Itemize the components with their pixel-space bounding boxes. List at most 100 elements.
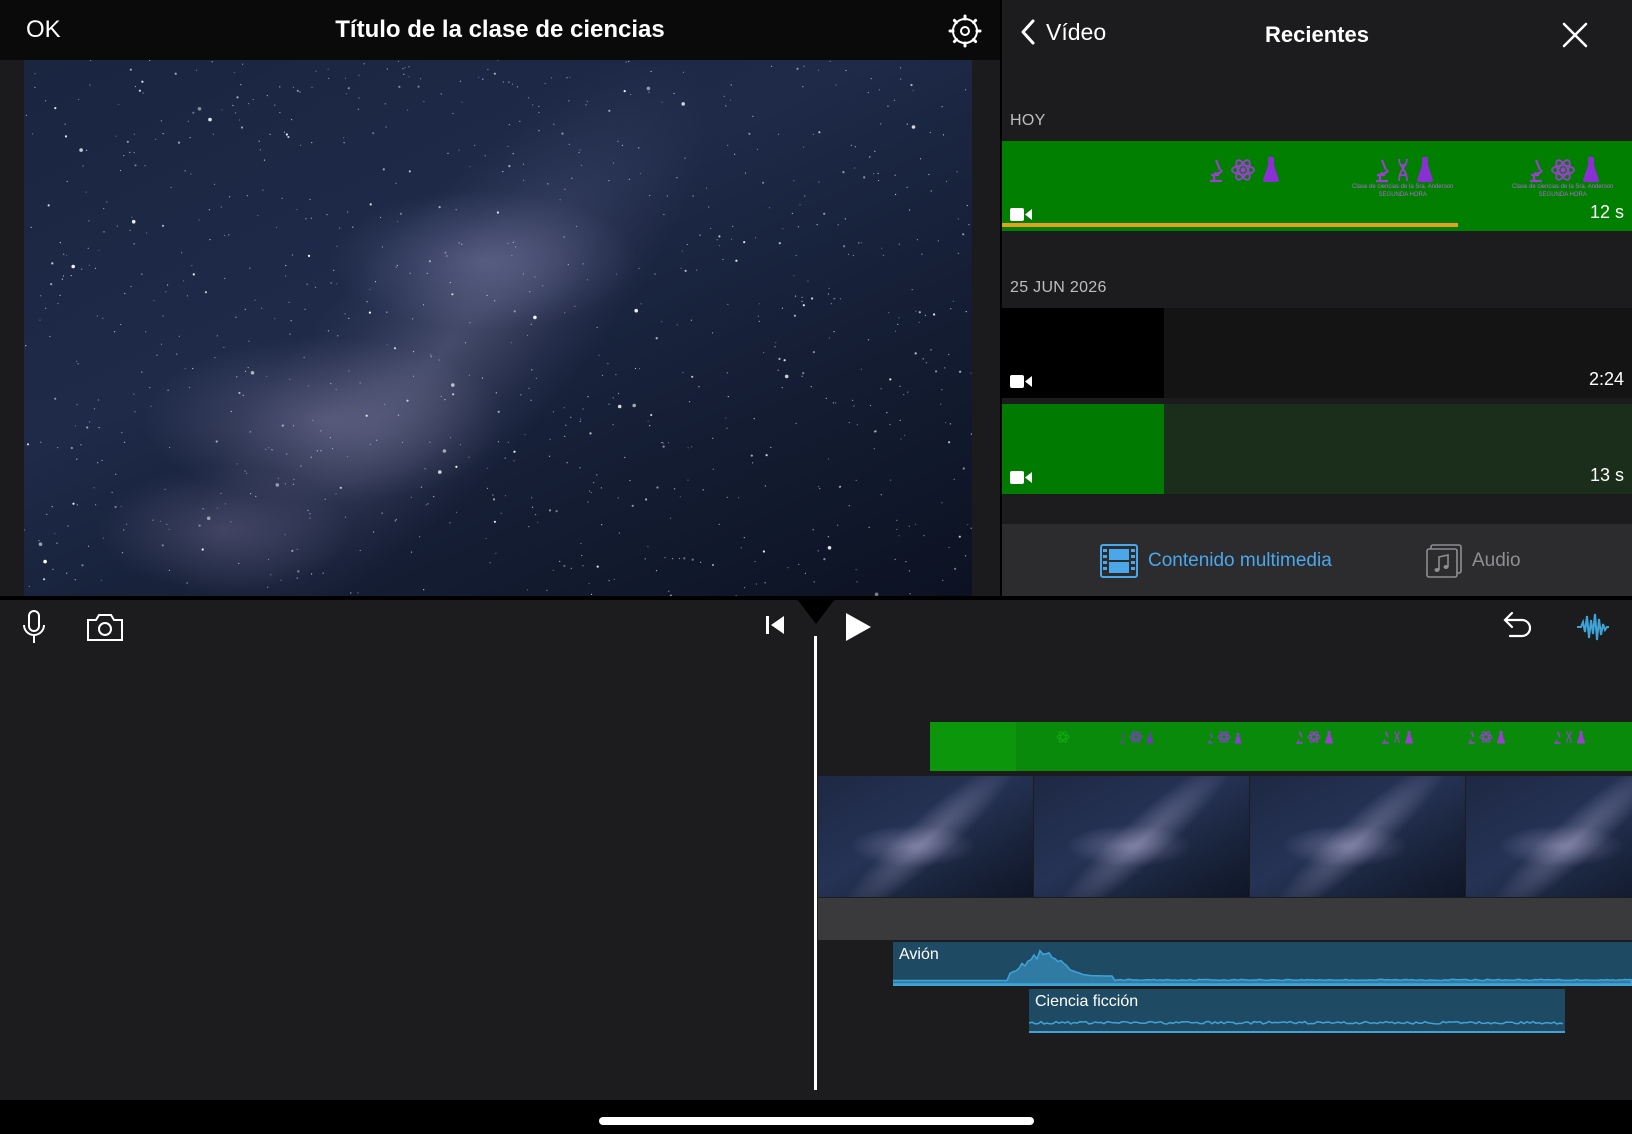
star (406, 399, 409, 402)
star (444, 399, 446, 401)
star (586, 100, 588, 102)
star (899, 67, 902, 69)
media-clip[interactable]: 13 s (1002, 404, 1632, 494)
microphone-icon[interactable] (22, 610, 46, 649)
audio-clip-avion[interactable]: Avión (893, 942, 1632, 986)
star (174, 72, 177, 75)
star (459, 444, 461, 446)
timeline: Avión Ciencia ficción (0, 599, 1632, 1100)
star (863, 176, 866, 179)
star (77, 363, 79, 365)
playhead[interactable] (814, 636, 817, 1090)
star (899, 385, 901, 387)
star (178, 335, 180, 337)
star (880, 123, 882, 125)
star (261, 307, 263, 309)
science-icons (1466, 730, 1506, 744)
star (837, 524, 839, 526)
skip-to-start-icon[interactable] (764, 614, 786, 641)
star (209, 239, 211, 241)
star (324, 498, 326, 500)
tab-audio[interactable]: Audio (1426, 544, 1521, 578)
star (940, 403, 942, 405)
star (198, 524, 201, 527)
science-icons (1552, 730, 1586, 744)
star (141, 371, 143, 373)
star (461, 243, 463, 245)
star (236, 96, 239, 99)
star (812, 529, 814, 531)
star (867, 339, 870, 341)
star (756, 148, 759, 150)
star (46, 513, 48, 515)
star (311, 142, 313, 144)
star (192, 111, 195, 114)
home-indicator[interactable] (599, 1117, 1034, 1125)
star (598, 354, 600, 356)
star (183, 280, 185, 282)
video-frame-thumbnail (1034, 776, 1249, 897)
star (47, 204, 50, 207)
star (649, 425, 651, 427)
star (266, 375, 268, 377)
star (647, 420, 649, 422)
star (395, 518, 397, 521)
star (292, 483, 294, 485)
star (640, 303, 642, 305)
browser-tab-bar: Contenido multimedia Audio (1002, 524, 1632, 596)
star (403, 73, 405, 75)
star (115, 135, 117, 137)
star (920, 158, 922, 160)
star (374, 281, 377, 283)
star (531, 506, 534, 508)
star (232, 104, 234, 107)
star (358, 74, 360, 76)
video-frame-thumbnail (818, 776, 1033, 897)
play-icon[interactable] (842, 610, 874, 649)
star (628, 60, 630, 63)
star (188, 386, 191, 389)
star (78, 98, 80, 101)
star (328, 77, 330, 79)
star (66, 572, 68, 574)
close-icon[interactable] (1562, 22, 1588, 48)
star (34, 86, 36, 88)
media-clip[interactable]: 2:24 (1002, 308, 1632, 398)
star (686, 243, 688, 246)
microscope-icon (1529, 159, 1543, 183)
star (900, 78, 902, 80)
star (316, 450, 318, 452)
star (860, 368, 863, 370)
star (348, 317, 350, 319)
star (930, 349, 932, 351)
star (451, 293, 454, 296)
star (925, 362, 927, 364)
video-preview[interactable] (24, 60, 972, 596)
star (347, 211, 349, 213)
star (523, 179, 525, 181)
settings-gear-icon[interactable] (948, 14, 982, 48)
camera-icon[interactable] (86, 612, 124, 647)
star (309, 517, 311, 519)
audio-clip-ciencia-ficcion[interactable]: Ciencia ficción (1029, 989, 1565, 1033)
star (486, 467, 488, 469)
star (428, 260, 431, 263)
star (455, 465, 458, 468)
video-clip-track[interactable] (818, 776, 1632, 897)
tab-media[interactable]: Contenido multimedia (1100, 544, 1332, 578)
undo-icon[interactable] (1502, 610, 1534, 645)
star (246, 195, 248, 197)
media-clip[interactable]: Clase de ciencias de la Sra. Anderson SE… (1002, 141, 1632, 231)
star (348, 370, 350, 372)
star (638, 368, 641, 370)
audio-waveform-icon[interactable] (1576, 610, 1610, 649)
star (803, 65, 805, 67)
star (381, 246, 383, 248)
star (654, 273, 656, 275)
star (763, 352, 765, 354)
star (691, 446, 693, 448)
star (138, 89, 141, 92)
title-clip-track[interactable] (930, 722, 1632, 771)
star (882, 254, 885, 256)
star (513, 460, 515, 462)
